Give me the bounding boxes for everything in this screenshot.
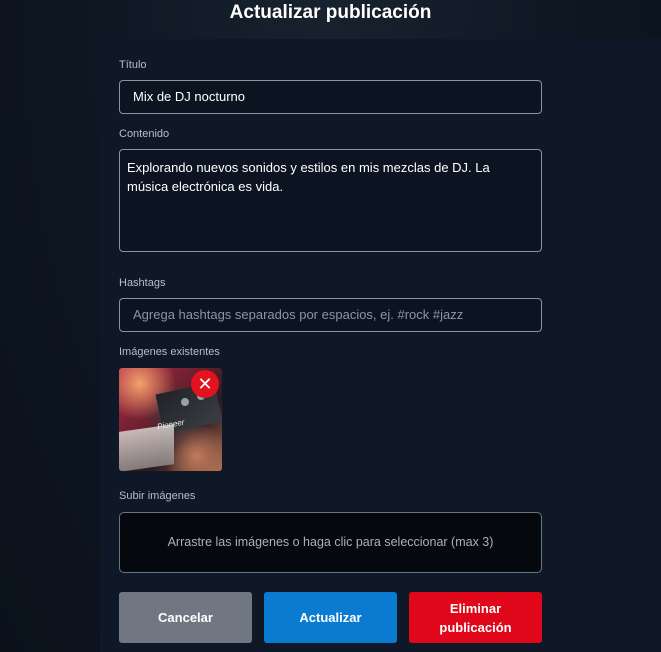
mixer-shape (119, 424, 174, 471)
upload-images-label: Subir imágenes (119, 490, 196, 502)
hashtags-label: Hashtags (119, 277, 166, 289)
hashtags-placeholder: Agrega hashtags separados por espacios, … (133, 307, 464, 322)
close-icon: ✕ (197, 374, 213, 394)
content-label: Contenido (119, 128, 170, 140)
title-input[interactable]: Mix de DJ nocturno (119, 80, 542, 114)
existing-images-label: Imágenes existentes (119, 346, 220, 358)
page-title: Actualizar publicación (229, 2, 432, 23)
title-label: Título (119, 59, 147, 71)
remove-image-button[interactable]: ✕ (191, 370, 219, 398)
content-textarea[interactable]: Explorando nuevos sonidos y estilos en m… (119, 149, 542, 252)
update-button[interactable]: Actualizar (264, 592, 397, 643)
delete-post-button[interactable]: Eliminar publicación (409, 592, 542, 643)
edit-post-form: Título Mix de DJ nocturno Contenido Expl… (100, 39, 661, 652)
knob-shape (181, 398, 189, 406)
cancel-button[interactable]: Cancelar (119, 592, 252, 643)
image-dropzone[interactable]: Arrastre las imágenes o haga clic para s… (119, 512, 542, 573)
hashtags-input[interactable]: Agrega hashtags separados por espacios, … (119, 298, 542, 332)
